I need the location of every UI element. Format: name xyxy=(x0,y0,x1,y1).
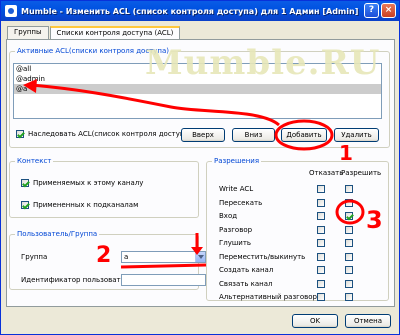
ok-button[interactable]: OK xyxy=(292,314,338,328)
permission-deny-checkbox[interactable] xyxy=(317,226,325,234)
permission-allow-checkbox[interactable] xyxy=(345,199,353,207)
add-button[interactable]: Добавить xyxy=(281,128,327,142)
apply-here-label: Применяемых к этому каналу xyxy=(33,179,144,187)
permission-allow-checkbox[interactable] xyxy=(345,266,353,274)
window-title: Mumble - Изменить ACL (список контроля д… xyxy=(21,6,359,16)
tab-bar: Группы Списки контроля доступа (ACL) xyxy=(7,26,181,40)
tab-groups[interactable]: Группы xyxy=(7,26,49,39)
deny-column-header: Отказать xyxy=(309,169,344,177)
group-combo[interactable]: a xyxy=(121,251,206,263)
permission-deny-checkbox[interactable] xyxy=(317,266,325,274)
remove-button[interactable]: Удалить xyxy=(334,128,379,142)
allow-column-header: Разрешить xyxy=(341,169,382,177)
permission-label: Глушить xyxy=(219,239,252,247)
permission-allow-checkbox[interactable] xyxy=(345,280,353,288)
group-combo-value: a xyxy=(124,253,129,261)
permission-label: Write ACL xyxy=(219,185,254,193)
acl-list[interactable]: @all @admin @a xyxy=(13,63,382,119)
permission-label: Связать канал xyxy=(219,280,273,288)
acl-editor-window: Mumble - Изменить ACL (список контроля д… xyxy=(0,0,400,335)
annotation-number-1: 1 xyxy=(339,141,353,165)
move-down-button[interactable]: Вниз xyxy=(232,128,275,142)
apply-sub-checkbox[interactable] xyxy=(21,201,29,209)
permission-label: Пересекать xyxy=(219,199,263,207)
active-acl-legend: Активные ACL(списки контроля доступа) xyxy=(15,47,172,55)
cancel-button[interactable]: Отмена xyxy=(345,314,391,328)
mumble-icon xyxy=(5,5,17,17)
user-group-legend: Пользователь/Группа xyxy=(15,230,100,238)
permission-label: Альтернативный разговор xyxy=(219,293,317,301)
permission-deny-checkbox[interactable] xyxy=(317,239,325,247)
permission-deny-checkbox[interactable] xyxy=(317,280,325,288)
permission-allow-checkbox[interactable] xyxy=(345,293,353,301)
annotation-number-2: 2 xyxy=(96,243,112,268)
context-group: Контекст xyxy=(9,157,199,218)
context-legend: Контекст xyxy=(15,157,54,165)
acl-entry-admin[interactable]: @admin xyxy=(14,74,381,84)
user-id-label: Идентификатор пользователя xyxy=(21,276,134,284)
permission-label: Создать канал xyxy=(219,266,274,274)
inherit-acl-label: Наследовать ACL(список контроля доступа) xyxy=(28,130,192,138)
move-up-button[interactable]: Вверх xyxy=(181,128,225,142)
tab-acl[interactable]: Списки контроля доступа (ACL) xyxy=(49,26,181,40)
help-button[interactable]: ? xyxy=(364,3,379,18)
permission-deny-checkbox[interactable] xyxy=(317,253,325,261)
group-label: Группа xyxy=(21,253,48,261)
permission-allow-checkbox[interactable] xyxy=(345,226,353,234)
inherit-acl-checkbox[interactable] xyxy=(16,130,24,138)
permission-deny-checkbox[interactable] xyxy=(317,293,325,301)
permission-allow-checkbox[interactable] xyxy=(345,185,353,193)
close-button[interactable]: × xyxy=(381,3,396,18)
annotation-number-3: 3 xyxy=(366,206,383,234)
permission-deny-checkbox[interactable] xyxy=(317,199,325,207)
permission-allow-checkbox[interactable] xyxy=(345,239,353,247)
permission-allow-checkbox[interactable] xyxy=(345,253,353,261)
acl-entry-a[interactable]: @a xyxy=(14,84,381,94)
permission-allow-checkbox[interactable] xyxy=(345,212,353,220)
permission-deny-checkbox[interactable] xyxy=(317,212,325,220)
apply-sub-label: Примененных к подканалам xyxy=(33,201,139,209)
permission-label: Переместить/выкинуть xyxy=(219,253,306,261)
permission-label: Разговор xyxy=(219,226,253,234)
permissions-legend: Разрешения xyxy=(212,157,262,165)
title-bar[interactable]: Mumble - Изменить ACL (список контроля д… xyxy=(1,1,399,21)
apply-here-checkbox[interactable] xyxy=(21,179,29,187)
chevron-down-icon[interactable] xyxy=(195,252,205,262)
acl-entry-all[interactable]: @all xyxy=(14,64,381,74)
user-id-field[interactable] xyxy=(121,274,206,286)
permission-label: Вход xyxy=(219,212,238,220)
permission-deny-checkbox[interactable] xyxy=(317,185,325,193)
